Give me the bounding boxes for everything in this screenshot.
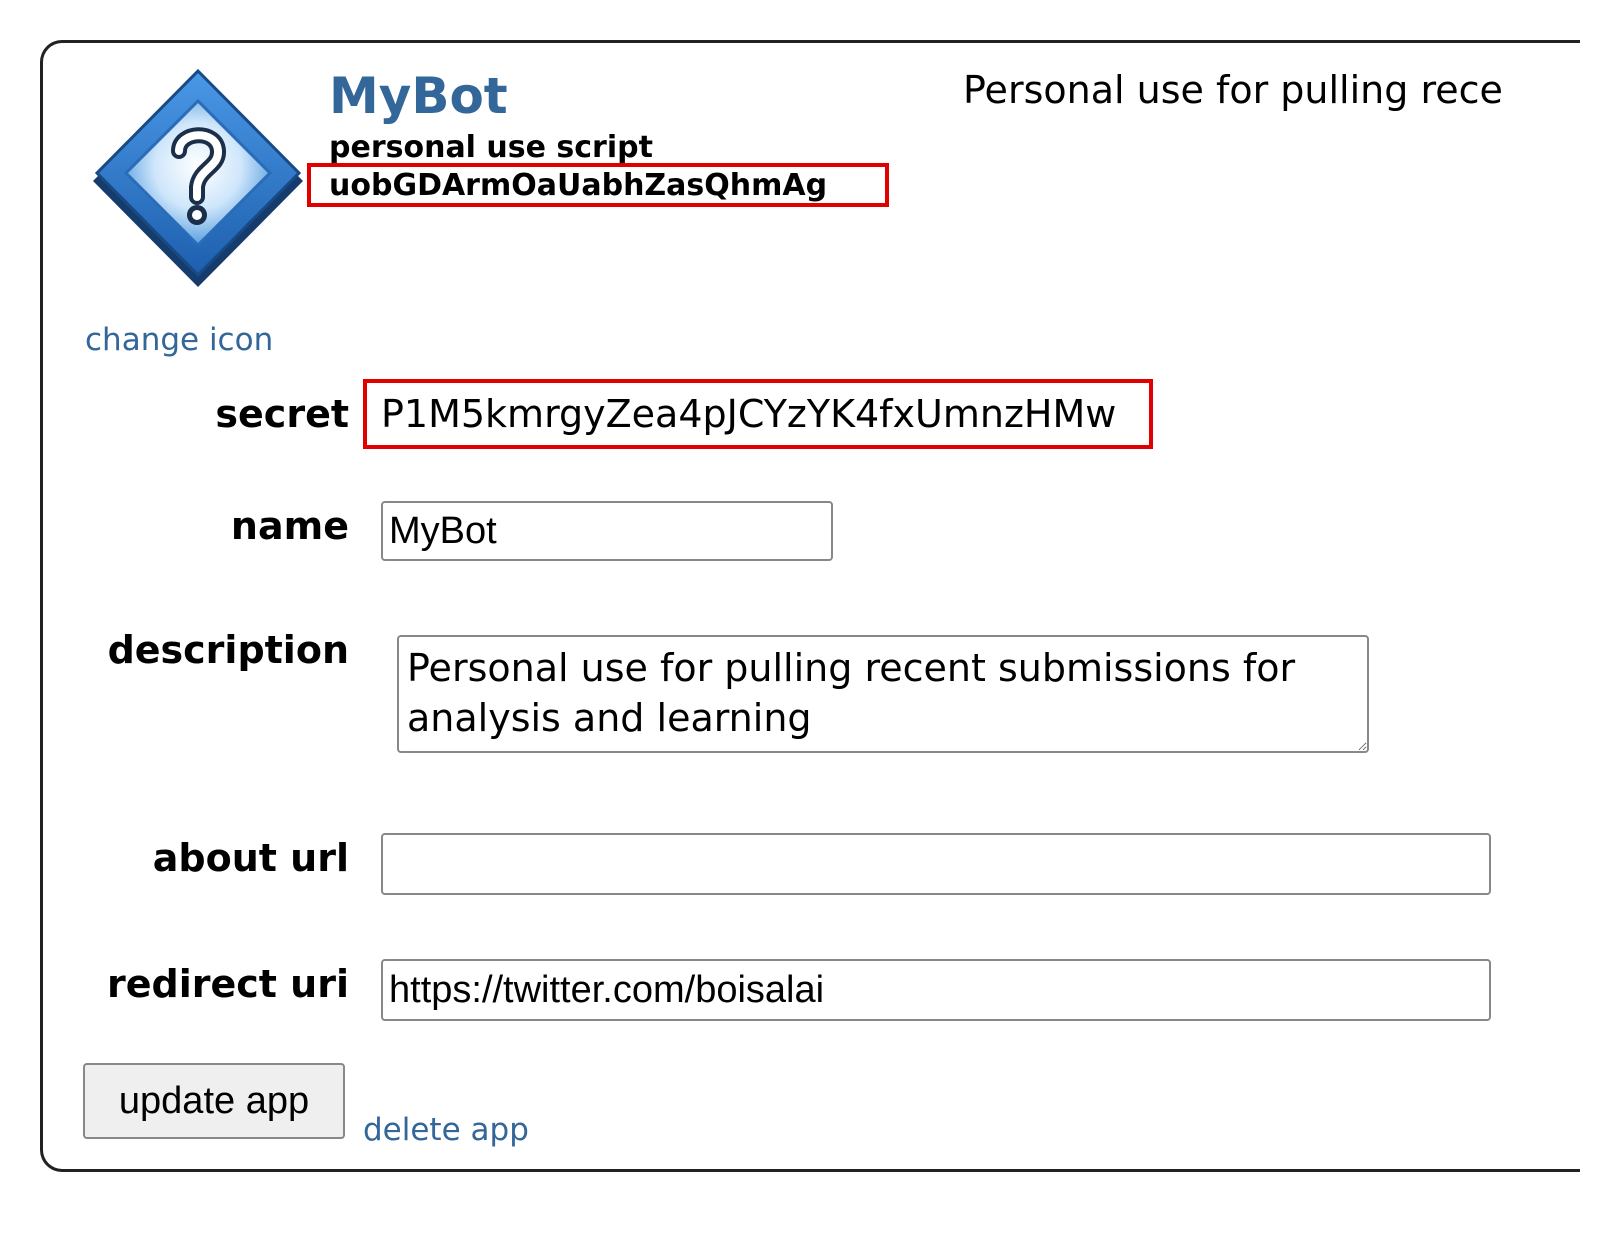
name-label: name [230,504,349,548]
secret-label: secret [215,392,349,436]
change-icon-link[interactable]: change icon [85,325,273,356]
secret-highlight-box [363,379,1153,449]
redirect-uri-input[interactable] [381,959,1491,1021]
description-textarea[interactable]: Personal use for pulling recent submissi… [397,635,1369,753]
update-app-button[interactable]: update app [83,1063,345,1139]
app-panel: MyBot personal use script uobGDArmOaUabh… [40,40,1580,1172]
name-input[interactable] [381,501,833,561]
description-label: description [107,628,349,672]
delete-app-link[interactable]: delete app [363,1115,529,1146]
app-name: MyBot [329,67,508,125]
about-url-label: about url [152,836,349,880]
app-type: personal use script [329,130,653,165]
client-id-highlight-box [307,163,889,207]
question-mark-diamond-icon [93,69,303,287]
about-url-input[interactable] [381,833,1491,895]
redirect-uri-label: redirect uri [107,962,349,1006]
description-preview: Personal use for pulling rece [963,68,1503,112]
